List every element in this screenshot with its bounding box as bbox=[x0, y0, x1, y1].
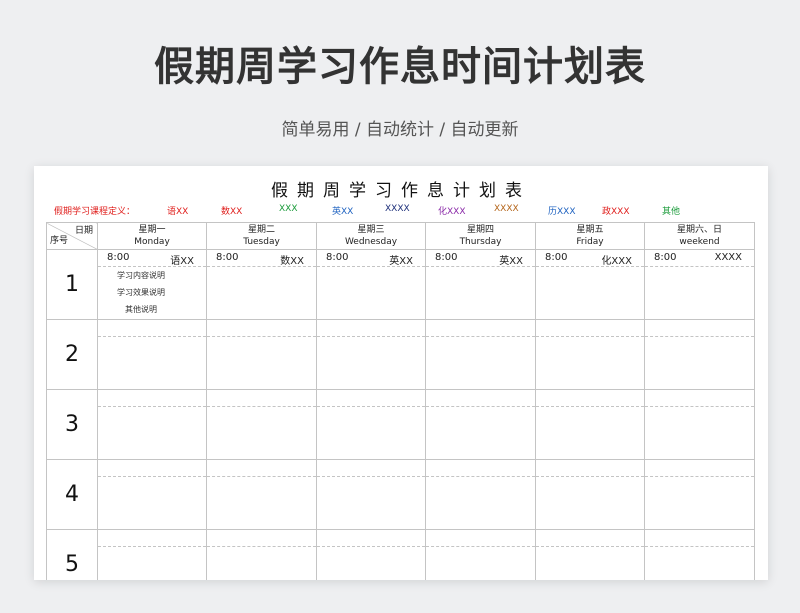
corner-cell: 日期 序号 bbox=[46, 222, 98, 250]
day-en: Friday bbox=[576, 237, 604, 247]
cell-time: 8:00 bbox=[216, 252, 239, 263]
spreadsheet-preview: 假期周学习作息计划表 假期学习课程定义： 语XX 数XX XXX 英XX XXX… bbox=[34, 166, 768, 580]
schedule-cell[interactable] bbox=[535, 529, 645, 580]
schedule-cell[interactable]: 8:00 英XX bbox=[316, 249, 426, 320]
day-cn: 星期五 bbox=[576, 225, 604, 235]
schedule-cell[interactable] bbox=[206, 529, 317, 580]
table-row: 3 bbox=[46, 389, 755, 460]
day-en: Tuesday bbox=[243, 237, 280, 247]
day-cn: 星期一 bbox=[138, 225, 166, 235]
cell-subject: XXXX bbox=[714, 252, 742, 263]
day-en: weekend bbox=[679, 237, 720, 247]
note-content: 学习内容说明 bbox=[117, 271, 165, 280]
cell-subject: 数XX bbox=[280, 256, 304, 267]
schedule-cell[interactable] bbox=[97, 319, 207, 390]
schedule-cell[interactable] bbox=[97, 529, 207, 580]
page-title: 假期周学习作息时间计划表 bbox=[154, 44, 646, 90]
schedule-cell[interactable]: 8:00 英XX bbox=[425, 249, 536, 320]
cell-subject: 英XX bbox=[389, 256, 413, 267]
schedule-cell[interactable]: 8:00 化XXX bbox=[535, 249, 645, 320]
row-number: 3 bbox=[46, 389, 98, 460]
table-row: 4 bbox=[46, 459, 755, 530]
schedule-cell[interactable] bbox=[316, 459, 426, 530]
schedule-cell[interactable] bbox=[206, 319, 317, 390]
legend-item: XXXX bbox=[385, 204, 410, 214]
schedule-cell[interactable] bbox=[316, 319, 426, 390]
schedule-cell[interactable] bbox=[97, 459, 207, 530]
schedule-cell[interactable] bbox=[206, 459, 317, 530]
cell-time: 8:00 bbox=[435, 252, 458, 263]
cell-time: 8:00 bbox=[107, 252, 130, 263]
schedule-cell[interactable] bbox=[644, 389, 755, 460]
cell-time: 8:00 bbox=[654, 252, 677, 263]
schedule-cell[interactable]: 8:00 XXXX bbox=[644, 249, 755, 320]
schedule-cell[interactable] bbox=[425, 389, 536, 460]
cell-subject: 英XX bbox=[499, 256, 523, 267]
legend-item: 其他 bbox=[662, 207, 681, 217]
schedule-table: 日期 序号 星期一 Monday 星期二 Tuesday 星期三 Wednesday … bbox=[46, 222, 755, 580]
corner-date-label: 日期 bbox=[74, 226, 93, 236]
schedule-cell[interactable] bbox=[644, 459, 755, 530]
day-cn: 星期三 bbox=[357, 225, 385, 235]
legend-item: 化XXX bbox=[438, 207, 466, 217]
schedule-cell[interactable] bbox=[535, 319, 645, 390]
row-number: 1 bbox=[46, 249, 98, 320]
schedule-cell[interactable] bbox=[206, 389, 317, 460]
corner-seq-label: 序号 bbox=[50, 236, 69, 246]
note-other: 其他说明 bbox=[125, 305, 157, 314]
schedule-cell[interactable] bbox=[425, 319, 536, 390]
cell-time: 8:00 bbox=[326, 252, 349, 263]
schedule-cell[interactable] bbox=[425, 459, 536, 530]
cell-subject: 化XXX bbox=[601, 256, 632, 267]
schedule-cell[interactable]: 8:00 语XX 学习内容说明 学习效果说明 其他说明 bbox=[97, 249, 207, 320]
day-cn: 星期六、日 bbox=[676, 225, 722, 235]
legend-label: 假期学习课程定义： bbox=[54, 207, 136, 217]
day-en: Wednesday bbox=[344, 237, 398, 247]
day-header-wed: 星期三 Wednesday bbox=[316, 222, 426, 250]
table-row: 1 8:00 语XX 学习内容说明 学习效果说明 其他说明 8:00 数XX 8:0… bbox=[46, 249, 755, 320]
legend-item: 政XXX bbox=[602, 207, 630, 217]
header-row: 日期 序号 星期一 Monday 星期二 Tuesday 星期三 Wednesday … bbox=[46, 222, 755, 250]
schedule-cell[interactable] bbox=[316, 389, 426, 460]
day-header-weekend: 星期六、日 weekend bbox=[644, 222, 755, 250]
schedule-cell[interactable]: 8:00 数XX bbox=[206, 249, 317, 320]
schedule-cell[interactable] bbox=[535, 459, 645, 530]
row-number: 4 bbox=[46, 459, 98, 530]
schedule-cell[interactable] bbox=[316, 529, 426, 580]
day-en: Monday bbox=[134, 237, 170, 247]
note-effect: 学习效果说明 bbox=[117, 288, 165, 297]
day-header-mon: 星期一 Monday bbox=[97, 222, 207, 250]
row-number: 5 bbox=[46, 529, 98, 580]
schedule-cell[interactable] bbox=[97, 389, 207, 460]
schedule-cell[interactable] bbox=[425, 529, 536, 580]
legend-item: XXXX bbox=[494, 204, 519, 214]
legend-item: 数XX bbox=[221, 207, 243, 217]
course-legend: 假期学习课程定义： 语XX 数XX XXX 英XX XXXX 化XXX XXXX… bbox=[54, 204, 754, 218]
row-number: 2 bbox=[46, 319, 98, 390]
table-row: 2 bbox=[46, 319, 755, 390]
schedule-cell[interactable] bbox=[644, 529, 755, 580]
legend-item: 语XX bbox=[167, 207, 189, 217]
day-header-fri: 星期五 Friday bbox=[535, 222, 645, 250]
page-subtitle: 简单易用 / 自动统计 / 自动更新 bbox=[281, 120, 519, 140]
sheet-title: 假期周学习作息计划表 bbox=[271, 181, 531, 201]
cell-subject: 语XX bbox=[170, 256, 194, 267]
legend-item: 英XX bbox=[332, 207, 354, 217]
day-header-tue: 星期二 Tuesday bbox=[206, 222, 317, 250]
legend-item: 历XXX bbox=[548, 207, 576, 217]
cell-time: 8:00 bbox=[545, 252, 568, 263]
legend-item: XXX bbox=[279, 204, 298, 214]
schedule-cell[interactable] bbox=[644, 319, 755, 390]
day-cn: 星期四 bbox=[466, 225, 494, 235]
day-cn: 星期二 bbox=[247, 225, 275, 235]
day-en: Thursday bbox=[459, 237, 502, 247]
table-row: 5 bbox=[46, 529, 755, 580]
schedule-cell[interactable] bbox=[535, 389, 645, 460]
day-header-thu: 星期四 Thursday bbox=[425, 222, 536, 250]
